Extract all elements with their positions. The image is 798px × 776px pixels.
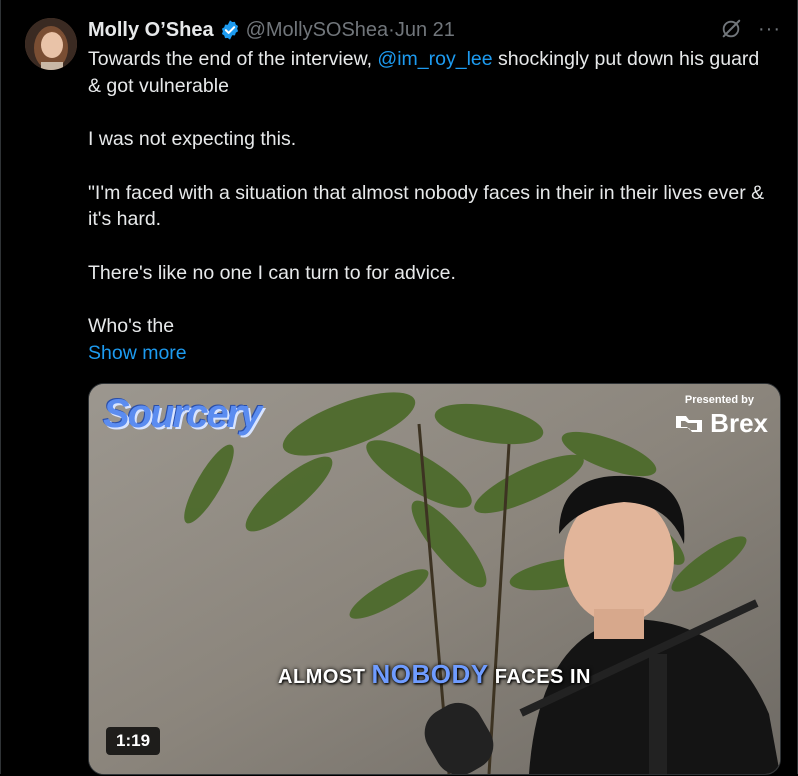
tweet-paragraph-5: Who's the	[88, 315, 175, 337]
meta-separator: ·	[388, 18, 395, 41]
video-thumbnail	[89, 384, 780, 774]
tweet-container[interactable]: Molly O’Shea @MollySOShea · Jun 21 ··· T…	[0, 0, 798, 775]
caption-highlight: NOBODY	[371, 659, 489, 689]
tweet-paragraph-3: "I'm faced with a situation that almost …	[88, 181, 765, 231]
caption-text: ALMOST	[278, 666, 372, 688]
caption-text: FACES IN	[488, 666, 591, 688]
video-duration-badge: 1:19	[106, 727, 161, 755]
presented-by-label: Presented by	[684, 394, 754, 406]
author-handle[interactable]: @MollySOShea	[246, 19, 389, 42]
more-options-icon[interactable]: ···	[758, 19, 781, 39]
tweet-header: Molly O’Shea @MollySOShea · Jun 21	[88, 17, 455, 43]
tweet-paragraph-1: Towards the end of the interview, @im_ro…	[88, 46, 768, 99]
brex-logo-icon	[676, 415, 703, 432]
sponsor-name: Brex	[710, 408, 768, 438]
video-caption: ALMOST NOBODY FACES IN	[89, 659, 780, 690]
show-brand-title: Sourcery	[103, 392, 262, 436]
tweet-text: Towards the end of the interview, @im_ro…	[88, 46, 768, 340]
show-more-link[interactable]: Show more	[88, 340, 187, 366]
verified-badge-icon	[221, 20, 238, 40]
author-avatar[interactable]	[25, 18, 77, 70]
tweet-date[interactable]: Jun 21	[395, 19, 455, 42]
header-actions: ···	[720, 18, 781, 40]
sponsor-logo: Brex	[674, 408, 768, 439]
author-name[interactable]: Molly O’Shea	[88, 19, 214, 42]
grok-icon[interactable]	[720, 18, 742, 40]
sponsor-badge: Presented by Brex	[674, 394, 768, 439]
mention-link[interactable]: @im_roy_lee	[377, 48, 492, 70]
avatar-image	[25, 18, 77, 70]
tweet-paragraph-2: I was not expecting this.	[88, 128, 297, 150]
text-segment: Towards the end of the interview,	[88, 48, 378, 70]
video-player[interactable]: Sourcery Presented by Brex ALMOST NOBODY…	[88, 383, 781, 775]
tweet-paragraph-4: There's like no one I can turn to for ad…	[88, 261, 456, 284]
